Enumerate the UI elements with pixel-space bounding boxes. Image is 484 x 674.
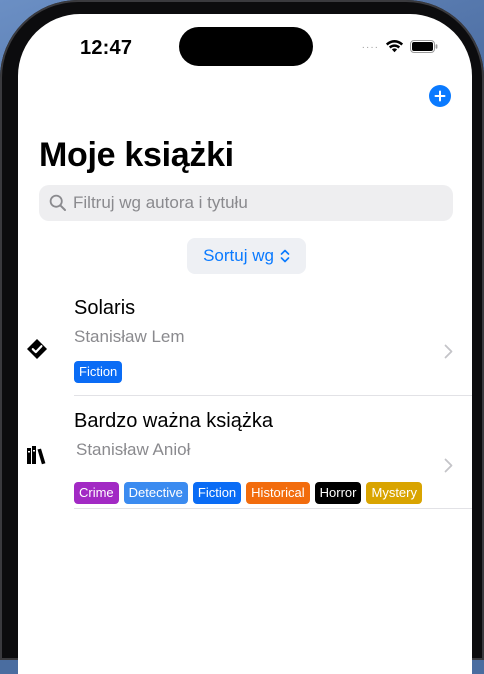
row-divider: [74, 508, 472, 509]
book-title: Bardzo ważna książka: [74, 410, 273, 432]
search-icon: [49, 194, 66, 211]
books-stack-icon: [27, 446, 46, 465]
sort-button[interactable]: Sortuj wg: [187, 238, 306, 274]
tag-detective[interactable]: Detective: [123, 482, 188, 504]
tag-fiction[interactable]: Fiction: [74, 361, 123, 383]
wifi-icon: [385, 40, 404, 53]
chevron-up-down-icon: [280, 249, 290, 263]
app-screen: 12:47 ···· Moje książki Filtruj wg autor…: [18, 14, 472, 674]
chevron-right-icon: [444, 344, 453, 359]
row-divider: [74, 395, 472, 396]
book-author: Stanisław Anioł: [76, 440, 191, 459]
dynamic-island: [179, 27, 313, 66]
page-title: Moje książki: [39, 136, 234, 174]
phone-frame: 12:47 ···· Moje książki Filtruj wg autor…: [0, 0, 484, 674]
cellular-signal-icon: ····: [361, 42, 379, 53]
search-field[interactable]: [39, 185, 453, 221]
status-indicators: ····: [362, 39, 438, 53]
checkmark-seal-icon: [27, 339, 47, 359]
book-author: Stanisław Lem: [74, 327, 185, 346]
tag-mystery[interactable]: Mystery: [366, 482, 422, 504]
status-time: 12:47: [80, 37, 133, 59]
tag-list: Crime Detective Fiction Historical Horro…: [74, 482, 434, 504]
book-row[interactable]: Bardzo ważna książka Stanisław Anioł Cri…: [18, 407, 472, 507]
search-input[interactable]: [73, 193, 433, 213]
sort-button-label: Sortuj wg: [203, 246, 274, 265]
tag-fiction[interactable]: Fiction: [192, 482, 242, 504]
book-title: Solaris: [74, 297, 136, 319]
tag-crime[interactable]: Crime: [74, 482, 119, 504]
chevron-right-icon: [444, 458, 453, 473]
battery-icon: [410, 39, 438, 53]
tag-horror[interactable]: Horror: [314, 482, 362, 504]
add-book-button[interactable]: [429, 85, 451, 107]
book-row[interactable]: Solaris Stanisław Lem Fiction: [18, 294, 472, 394]
plus-icon: [434, 90, 446, 102]
tag-list: Fiction: [74, 361, 434, 383]
tag-historical[interactable]: Historical: [246, 482, 310, 504]
